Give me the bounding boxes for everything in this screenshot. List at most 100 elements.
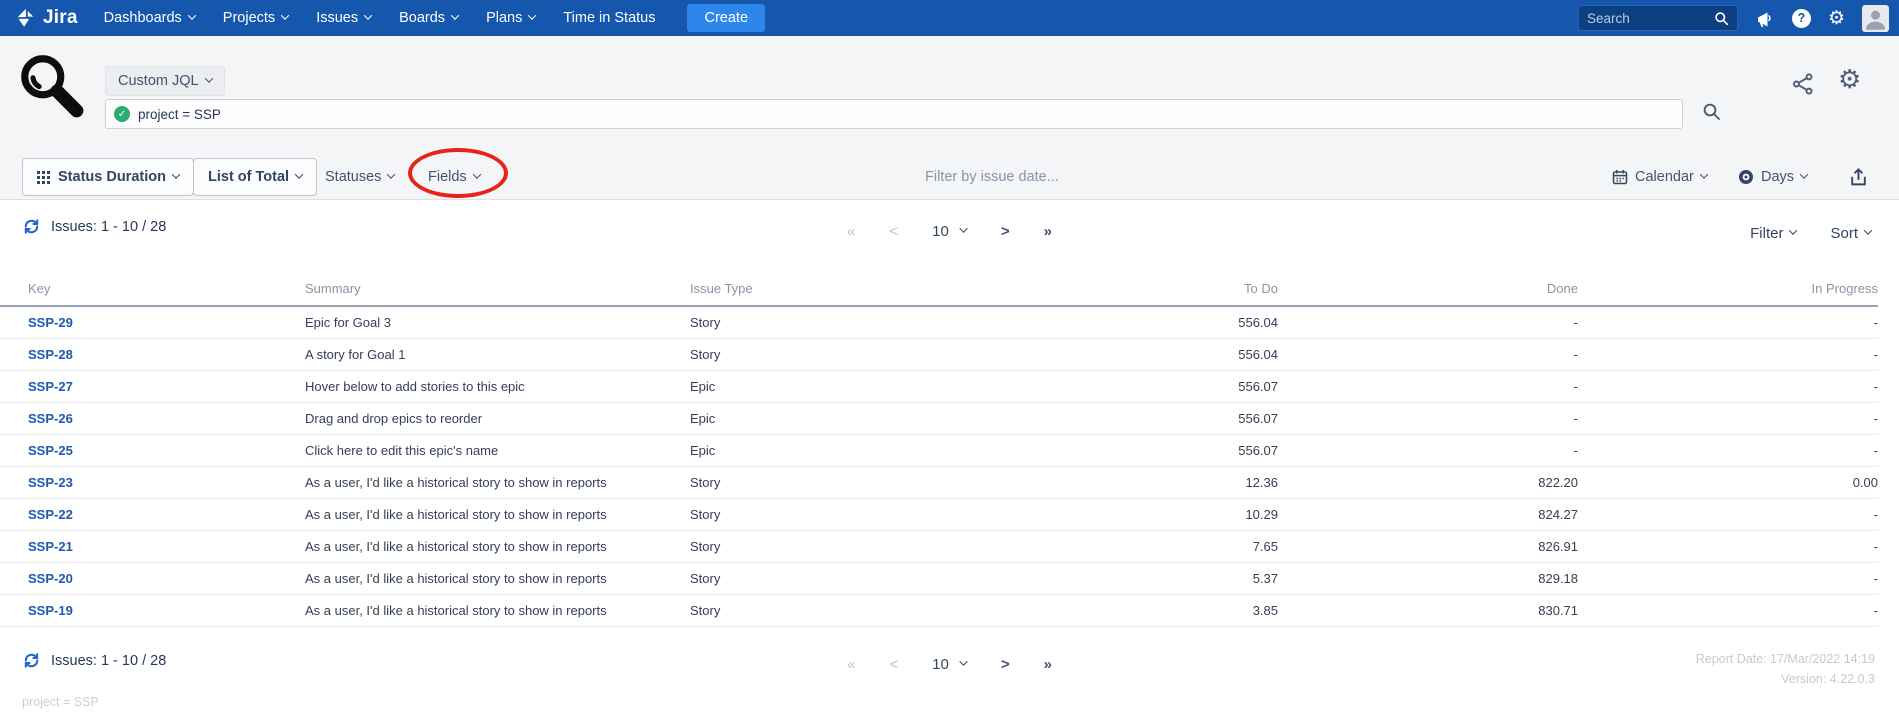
issue-key-link[interactable]: SSP-22 (28, 507, 73, 522)
table-row: SSP-29 Epic for Goal 3 Story 556.04 - - (0, 306, 1878, 339)
pagination-bottom: « < 10 > » (847, 656, 1052, 673)
calendar-icon (1612, 169, 1628, 185)
nav-item-dashboards[interactable]: Dashboards (104, 10, 197, 26)
prev-page-button[interactable]: < (889, 223, 898, 240)
issue-key-link[interactable]: SSP-26 (28, 411, 73, 426)
create-button[interactable]: Create (687, 4, 766, 32)
in-progress-value-cell: - (1578, 402, 1878, 435)
issue-date-filter-input[interactable] (925, 158, 1205, 196)
share-icon[interactable] (1791, 72, 1815, 96)
issue-key-link[interactable]: SSP-19 (28, 603, 73, 618)
issue-key-link[interactable]: SSP-23 (28, 475, 73, 490)
chevron-down-icon (187, 10, 197, 20)
pagination-top: « < 10 > » (847, 223, 1052, 240)
export-icon[interactable] (1848, 166, 1869, 187)
list-of-total-button[interactable]: List of Total (193, 158, 318, 196)
user-avatar[interactable] (1862, 4, 1889, 32)
column-header-summary: Summary (305, 273, 690, 307)
issue-key-link[interactable]: SSP-27 (28, 379, 73, 394)
statuses-button[interactable]: Statuses (325, 158, 396, 196)
issue-key-link[interactable]: SSP-28 (28, 347, 73, 362)
column-header-done: Done (1278, 273, 1578, 307)
filter-dropdown[interactable]: Filter (1750, 225, 1798, 242)
issue-summary-cell: As a user, I'd like a historical story t… (305, 498, 690, 531)
to-do-value-cell: 556.07 (990, 434, 1278, 467)
nav-item-time-in-status[interactable]: Time in Status (563, 10, 655, 26)
issue-type-cell: Epic (690, 434, 990, 467)
issue-key-link[interactable]: SSP-25 (28, 443, 73, 458)
issues-count-bar-bottom: Issues: 1 - 10 / 28 (22, 651, 166, 670)
settings-gear-icon[interactable]: ⚙ (1828, 9, 1845, 28)
help-icon[interactable]: ? (1791, 8, 1811, 28)
first-page-button[interactable]: « (847, 656, 855, 673)
chevron-down-icon (171, 169, 181, 179)
done-value-cell: 826.91 (1278, 530, 1578, 563)
sort-dropdown[interactable]: Sort (1830, 225, 1873, 242)
refresh-icon[interactable] (22, 651, 41, 670)
chevron-down-icon (959, 224, 969, 233)
query-mode-dropdown[interactable]: Custom JQL (105, 66, 225, 96)
to-do-value-cell: 7.65 (990, 530, 1278, 563)
report-type-button[interactable]: Status Duration (22, 158, 194, 196)
time-unit-button[interactable]: Days (1738, 158, 1809, 196)
to-do-value-cell: 5.37 (990, 562, 1278, 595)
table-row: SSP-21 As a user, I'd like a historical … (0, 530, 1878, 563)
report-date-label: Report Date: 17/Mar/2022 14:19 (1695, 652, 1875, 666)
nav-search-input[interactable] (1586, 10, 1707, 26)
next-page-button[interactable]: > (1001, 656, 1010, 673)
refresh-icon[interactable] (22, 217, 41, 236)
eye-target-icon (1738, 169, 1754, 185)
to-do-value-cell: 556.07 (990, 402, 1278, 435)
done-value-cell: 824.27 (1278, 498, 1578, 531)
jql-search-icon[interactable] (1702, 102, 1721, 121)
chevron-down-icon (528, 10, 537, 20)
issue-summary-cell: Drag and drop epics to reorder (305, 402, 690, 435)
in-progress-value-cell: - (1578, 498, 1878, 531)
chevron-down-icon (1799, 169, 1809, 179)
calendar-button[interactable]: Calendar (1612, 158, 1709, 196)
issues-count-bar-top: Issues: 1 - 10 / 28 (22, 217, 166, 236)
nav-item-issues[interactable]: Issues (316, 10, 373, 26)
chevron-down-icon (450, 10, 460, 20)
table-row: SSP-28 A story for Goal 1 Story 556.04 -… (0, 338, 1878, 371)
issues-table: Key Summary Issue Type To Do Done In Pro… (0, 273, 1878, 627)
jql-valid-check-icon: ✓ (114, 106, 130, 122)
next-page-button[interactable]: > (1001, 223, 1010, 240)
page-size-dropdown[interactable]: 10 (932, 656, 969, 673)
nav-item-projects[interactable]: Projects (223, 10, 290, 26)
in-progress-value-cell: - (1578, 338, 1878, 371)
nav-item-boards[interactable]: Boards (399, 10, 460, 26)
table-row: SSP-19 As a user, I'd like a historical … (0, 594, 1878, 627)
report-settings-gear-icon[interactable]: ⚙ (1838, 66, 1861, 92)
issue-type-cell: Story (690, 562, 990, 595)
jql-input-wrap: ✓ (105, 99, 1683, 129)
jql-input[interactable] (138, 106, 1674, 122)
to-do-value-cell: 3.85 (990, 594, 1278, 627)
issue-key-link[interactable]: SSP-20 (28, 571, 73, 586)
table-header-row: Key Summary Issue Type To Do Done In Pro… (0, 273, 1878, 307)
issues-count-label: Issues: 1 - 10 / 28 (51, 218, 167, 235)
nav-search-box[interactable] (1577, 5, 1738, 31)
search-icon[interactable] (1714, 11, 1729, 26)
first-page-button[interactable]: « (847, 223, 855, 240)
done-value-cell: 829.18 (1278, 562, 1578, 595)
issue-type-cell: Story (690, 466, 990, 499)
in-progress-value-cell: - (1578, 530, 1878, 563)
in-progress-value-cell: - (1578, 594, 1878, 627)
column-header-issue-type: Issue Type (690, 273, 990, 307)
issue-summary-cell: As a user, I'd like a historical story t… (305, 594, 690, 627)
fields-button[interactable]: Fields (428, 158, 481, 196)
issue-key-link[interactable]: SSP-29 (28, 315, 73, 330)
announcements-megaphone-icon[interactable] (1755, 8, 1775, 28)
column-header-in-progress: In Progress (1578, 273, 1878, 307)
table-row: SSP-26 Drag and drop epics to reorder Ep… (0, 402, 1878, 435)
chevron-down-icon (294, 169, 304, 179)
page-size-dropdown[interactable]: 10 (932, 223, 969, 240)
nav-item-plans[interactable]: Plans (486, 10, 537, 26)
last-page-button[interactable]: » (1044, 223, 1052, 240)
issue-key-link[interactable]: SSP-21 (28, 539, 73, 554)
last-page-button[interactable]: » (1044, 656, 1052, 673)
prev-page-button[interactable]: < (889, 656, 898, 673)
issue-type-cell: Story (690, 306, 990, 339)
jira-brand[interactable]: Jira (14, 7, 78, 29)
